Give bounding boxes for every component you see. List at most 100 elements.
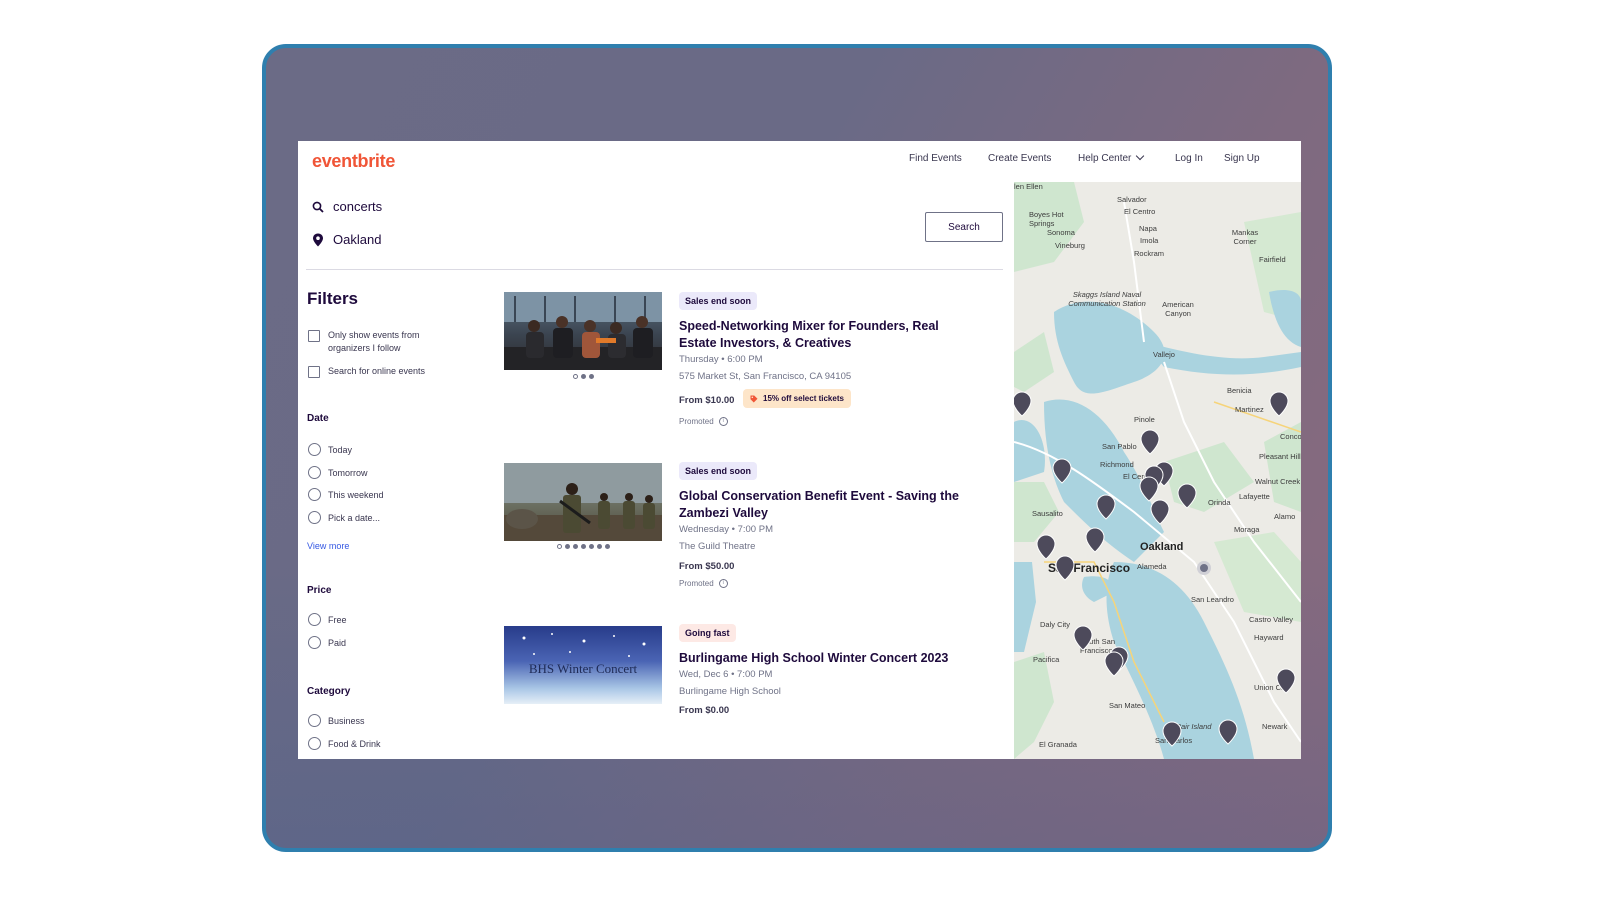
online-events-checkbox[interactable]: Search for online events [308, 365, 425, 378]
date-option-today[interactable]: Today [308, 443, 352, 456]
nav-help-center-label: Help Center [1078, 153, 1132, 164]
date-option-tomorrow[interactable]: Tomorrow [308, 466, 368, 479]
event-title[interactable]: Burlingame High School Winter Concert 20… [679, 650, 979, 667]
event-price: From $0.00 [679, 705, 730, 716]
event-price: From $50.00 [679, 561, 735, 572]
promoted-text: Promoted [679, 417, 714, 426]
promoted-label: Promoted i [679, 417, 728, 426]
radio-circle[interactable] [308, 466, 321, 479]
event-photo-networking [504, 292, 662, 370]
eventbrite-logo[interactable]: eventbrite [312, 151, 395, 172]
map-pin-icon [1073, 625, 1093, 651]
category-option-food-drink[interactable]: Food & Drink [308, 737, 381, 750]
map-pin-icon [1162, 721, 1182, 747]
image-text: BHS Winter Concert [529, 661, 638, 676]
date-option-pick[interactable]: Pick a date... [308, 511, 380, 524]
checkbox-label: Only show events from organizers I follo… [328, 330, 420, 353]
map-pin-icon [1139, 476, 1159, 502]
radio-label: Tomorrow [328, 467, 368, 478]
radio-circle[interactable] [308, 714, 321, 727]
tag-icon [750, 395, 758, 402]
map-pin-icon [1055, 555, 1075, 581]
discount-label: 15% off select tickets [763, 394, 844, 403]
map-pin-icon [1036, 534, 1056, 560]
search-icon [312, 201, 324, 213]
map-pin-icon [1177, 483, 1197, 509]
nav-log-in[interactable]: Log In [1175, 153, 1203, 164]
map-pin-icon [1104, 651, 1124, 677]
radio-label: Today [328, 444, 353, 455]
map-pin-icon [1269, 391, 1289, 417]
location-field[interactable]: Oakland [312, 232, 381, 247]
radio-circle[interactable] [308, 488, 321, 501]
info-icon[interactable]: i [718, 579, 728, 588]
nav-find-events[interactable]: Find Events [909, 153, 962, 164]
event-venue: Burlingame High School [679, 686, 781, 697]
promoted-label: Promoted i [679, 579, 728, 588]
event-image[interactable]: BHS Winter Concert [504, 626, 662, 704]
promoted-text: Promoted [679, 579, 714, 588]
radio-label: Pick a date... [328, 512, 381, 523]
event-date: Wednesday • 7:00 PM [679, 524, 773, 535]
status-badge: Going fast [679, 624, 736, 642]
browser-page: eventbrite Find Events Create Events Hel… [298, 141, 1301, 759]
map-pin-icon [1014, 391, 1032, 417]
map-pin-icon [1052, 458, 1072, 484]
map-pin-icon [1218, 719, 1238, 745]
status-badge: Sales end soon [679, 462, 758, 480]
radio-circle[interactable] [308, 511, 321, 524]
radio-label: Business [328, 715, 365, 726]
price-filter-heading: Price [307, 585, 332, 596]
event-image[interactable] [504, 463, 662, 541]
map-pins[interactable] [1014, 182, 1301, 759]
event-title[interactable]: Global Conservation Benefit Event - Savi… [679, 488, 979, 522]
location-value: Oakland [333, 232, 382, 247]
radio-label: Food & Drink [328, 738, 381, 749]
radio-label: This weekend [328, 489, 384, 500]
search-query-field[interactable]: concerts [312, 199, 382, 214]
radio-circle[interactable] [308, 737, 321, 750]
event-photo-snowflakes: BHS Winter Concert [522, 633, 646, 676]
checkbox-label: Search for online events [328, 366, 426, 376]
checkbox-box[interactable] [308, 330, 320, 342]
search-query-value: concerts [333, 199, 383, 214]
radio-label: Free [328, 614, 347, 625]
radio-circle[interactable] [308, 613, 321, 626]
image-carousel-dots[interactable] [504, 374, 662, 379]
search-button[interactable]: Search [925, 212, 1003, 242]
radio-circle[interactable] [308, 443, 321, 456]
category-option-business[interactable]: Business [308, 714, 365, 727]
nav-create-events[interactable]: Create Events [988, 153, 1051, 164]
event-image[interactable] [504, 292, 662, 370]
map-pin-icon [1150, 499, 1170, 525]
location-pin-icon [313, 233, 323, 246]
image-carousel-dots[interactable] [504, 544, 662, 549]
category-filter-heading: Category [307, 686, 351, 697]
event-title[interactable]: Speed-Networking Mixer for Founders, Rea… [679, 318, 979, 352]
events-map[interactable]: len Ellen Salvador El Centro Boyes Hot S… [1014, 182, 1301, 759]
status-badge: Sales end soon [679, 292, 758, 310]
discount-badge: 15% off select tickets [743, 389, 851, 408]
event-venue: The Guild Theatre [679, 541, 756, 552]
nav-sign-up[interactable]: Sign Up [1224, 153, 1260, 164]
event-date: Thursday • 6:00 PM [679, 354, 763, 365]
nav-help-center[interactable]: Help Center [1078, 151, 1145, 164]
event-photo-conservation [504, 463, 662, 541]
map-pin-icon [1096, 494, 1116, 520]
map-pin-icon [1140, 429, 1160, 455]
view-more-link[interactable]: View more [307, 541, 349, 551]
radio-label: Paid [328, 637, 347, 648]
chevron-down-icon [1136, 151, 1145, 161]
info-icon[interactable]: i [718, 417, 728, 426]
map-pin-icon [1085, 527, 1105, 553]
date-filter-heading: Date [307, 413, 329, 424]
checkbox-box[interactable] [308, 366, 320, 378]
price-option-paid[interactable]: Paid [308, 636, 346, 649]
event-venue: 575 Market St, San Francisco, CA 94105 [679, 371, 852, 382]
map-pin-icon [1276, 668, 1296, 694]
date-option-weekend[interactable]: This weekend [308, 488, 384, 501]
search-divider [306, 269, 1003, 270]
follow-organizers-checkbox[interactable]: Only show events from organizers I follo… [308, 329, 438, 355]
radio-circle[interactable] [308, 636, 321, 649]
price-option-free[interactable]: Free [308, 613, 347, 626]
